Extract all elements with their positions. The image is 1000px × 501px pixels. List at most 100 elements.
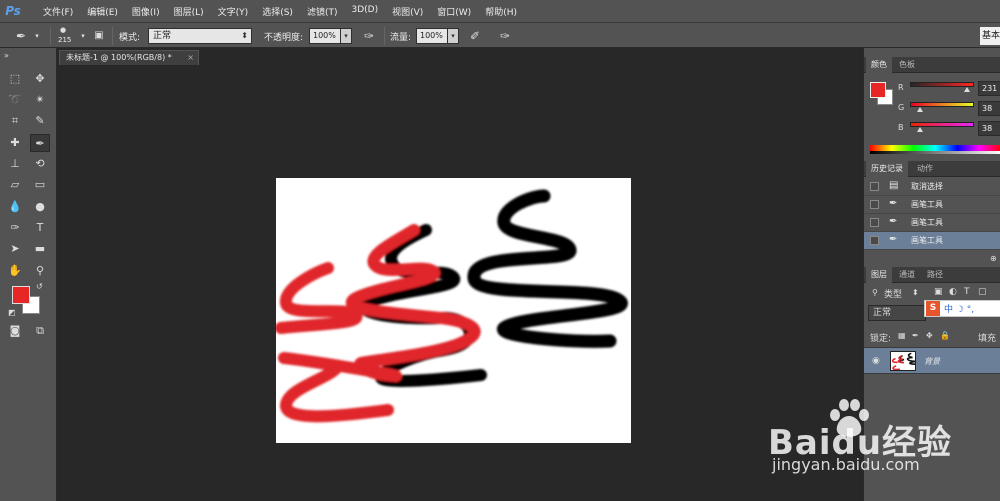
eraser-tool-icon[interactable]: ▱ — [5, 176, 25, 194]
mode-dropdown-arrow-icon: ⬍ — [241, 31, 248, 40]
history-item-selected[interactable]: ✒ 画笔工具 — [864, 232, 1000, 250]
layer-row-background[interactable]: ◉ 背景 — [864, 347, 1000, 374]
opacity-dropdown-arrow-icon[interactable]: ▾ — [340, 28, 352, 44]
crop-tool-icon[interactable]: ⌗ — [5, 112, 25, 130]
lock-transparent-icon[interactable]: ▦ — [898, 331, 906, 340]
foreground-color-swatch[interactable] — [12, 286, 30, 304]
lock-image-icon[interactable]: ✒ — [912, 331, 919, 340]
menu-help[interactable]: 帮助(H) — [478, 5, 524, 18]
filter-pixel-icon[interactable]: ▣ — [934, 287, 943, 297]
menu-file[interactable]: 文件(F) — [36, 5, 80, 18]
marquee-tool-icon[interactable]: ⬚ — [5, 70, 25, 88]
menu-window[interactable]: 窗口(W) — [430, 5, 478, 18]
filter-type-icon[interactable]: T — [964, 287, 970, 297]
history-create-icon[interactable]: ⊕ — [990, 254, 997, 263]
blur-tool-icon[interactable]: 💧 — [5, 198, 25, 216]
color-panel-foreground[interactable] — [870, 82, 886, 98]
history-snapshot-checkbox[interactable] — [870, 236, 879, 245]
filter-adjust-icon[interactable]: ◐ — [949, 287, 957, 297]
layer-filter-kind[interactable]: 类型 — [884, 287, 902, 300]
default-colors-icon[interactable]: ◩ — [8, 308, 16, 317]
tab-history[interactable]: 历史记录 — [866, 161, 908, 177]
layer-blend-mode[interactable]: 正常 — [868, 305, 926, 321]
close-tab-icon[interactable]: × — [187, 51, 194, 64]
history-item[interactable]: ✒ 画笔工具 — [864, 214, 1000, 232]
brush-tool-icon[interactable]: ✒ — [30, 134, 50, 152]
tab-swatches[interactable]: 色板 — [894, 57, 920, 73]
g-slider-thumb[interactable] — [917, 107, 923, 112]
type-tool-icon[interactable]: T — [30, 219, 50, 237]
menu-image[interactable]: 图像(I) — [125, 5, 167, 18]
eyedropper-tool-icon[interactable]: ✎ — [30, 112, 50, 130]
menu-select[interactable]: 选择(S) — [255, 5, 300, 18]
document-tab[interactable]: 未标题-1 @ 100%(RGB/8) * × — [59, 50, 199, 65]
airbrush-icon[interactable]: ✐ — [466, 27, 484, 45]
tab-color[interactable]: 颜色 — [866, 57, 892, 73]
tab-channels[interactable]: 通道 — [894, 267, 920, 283]
move-tool-icon[interactable]: ✥ — [30, 70, 50, 88]
clone-stamp-tool-icon[interactable]: ⊥ — [5, 155, 25, 173]
zoom-tool-icon[interactable]: ⚲ — [30, 262, 50, 280]
ime-status: 中 ☽ °, — [944, 305, 975, 315]
b-slider-thumb[interactable] — [917, 127, 923, 132]
filter-kind-arrow-icon[interactable]: ⬍ — [912, 288, 919, 297]
swap-colors-icon[interactable]: ↺ — [36, 282, 43, 291]
red-stroke — [276, 224, 481, 423]
gradient-tool-icon[interactable]: ▭ — [30, 176, 50, 194]
menu-type[interactable]: 文字(Y) — [211, 5, 256, 18]
menu-view[interactable]: 视图(V) — [385, 5, 430, 18]
filter-search-icon[interactable]: ⚲ — [872, 288, 878, 297]
g-value-input[interactable]: 38 — [978, 101, 1000, 116]
document-canvas[interactable] — [276, 178, 631, 443]
separator — [50, 27, 51, 45]
toolbox-collapse-icon[interactable]: » — [4, 51, 9, 60]
quick-mask-icon[interactable]: ◙ — [5, 322, 25, 340]
lasso-tool-icon[interactable]: ➰ — [5, 91, 25, 109]
history-brush-tool-icon[interactable]: ⟲ — [30, 155, 50, 173]
flow-dropdown-arrow-icon[interactable]: ▾ — [447, 28, 459, 44]
brush-panel-toggle-icon[interactable]: ▣ — [90, 27, 108, 45]
hand-tool-icon[interactable]: ✋ — [5, 262, 25, 280]
menu-edit[interactable]: 编辑(E) — [80, 5, 125, 18]
document-tab-bar: 未标题-1 @ 100%(RGB/8) * × — [57, 48, 863, 65]
pen-tool-icon[interactable]: ✑ — [5, 219, 25, 237]
color-spectrum-bar[interactable] — [870, 145, 1000, 154]
menu-filter[interactable]: 滤镜(T) — [300, 5, 345, 18]
menu-layer[interactable]: 图层(L) — [167, 5, 211, 18]
mode-dropdown[interactable]: 正常 ⬍ — [148, 28, 252, 44]
lock-all-icon[interactable]: 🔒 — [940, 331, 950, 340]
healing-brush-tool-icon[interactable]: ✚ — [5, 134, 25, 152]
tablet-pressure-opacity-icon[interactable]: ✑ — [360, 27, 378, 45]
b-value-input[interactable]: 38 — [978, 121, 1000, 136]
dodge-tool-icon[interactable]: ● — [30, 198, 50, 216]
lock-position-icon[interactable]: ✥ — [926, 331, 933, 340]
screen-mode-icon[interactable]: ⧉ — [30, 322, 50, 340]
opacity-input[interactable]: 100% — [309, 28, 341, 44]
history-snapshot-checkbox[interactable] — [870, 218, 879, 227]
filter-shape-icon[interactable]: ▢ — [978, 287, 987, 297]
r-slider-thumb[interactable] — [964, 87, 970, 92]
layers-panel-tabs: 图层 通道 路径 — [864, 267, 1000, 283]
flow-input[interactable]: 100% — [416, 28, 448, 44]
path-selection-tool-icon[interactable]: ➤ — [5, 240, 25, 258]
lock-label: 锁定: — [870, 334, 892, 344]
workspace-button[interactable]: 基本 — [980, 27, 1000, 45]
menu-3d[interactable]: 3D(D) — [344, 5, 385, 18]
magic-wand-tool-icon[interactable]: ✴ — [30, 91, 50, 109]
history-snapshot-checkbox[interactable] — [870, 200, 879, 209]
history-item[interactable]: ✒ 画笔工具 — [864, 196, 1000, 214]
tab-actions[interactable]: 动作 — [912, 161, 938, 177]
brush-icon: ✒ — [889, 216, 898, 227]
visibility-eye-icon[interactable]: ◉ — [872, 356, 880, 366]
tab-paths[interactable]: 路径 — [922, 267, 948, 283]
mode-label: 模式: — [119, 32, 141, 43]
tab-layers[interactable]: 图层 — [866, 267, 892, 283]
preset-dropdown-arrow-icon[interactable]: ▾ — [28, 27, 46, 45]
history-snapshot-checkbox[interactable] — [870, 182, 879, 191]
tablet-pressure-size-icon[interactable]: ✑ — [496, 27, 514, 45]
history-item[interactable]: ▤ 取消选择 — [864, 178, 1000, 196]
r-value-input[interactable]: 231 — [978, 81, 1000, 96]
ime-toolbar[interactable]: S 中 ☽ °, — [924, 300, 1000, 317]
rectangle-tool-icon[interactable]: ▬ — [30, 240, 50, 258]
color-panel-swatches[interactable] — [870, 82, 894, 106]
